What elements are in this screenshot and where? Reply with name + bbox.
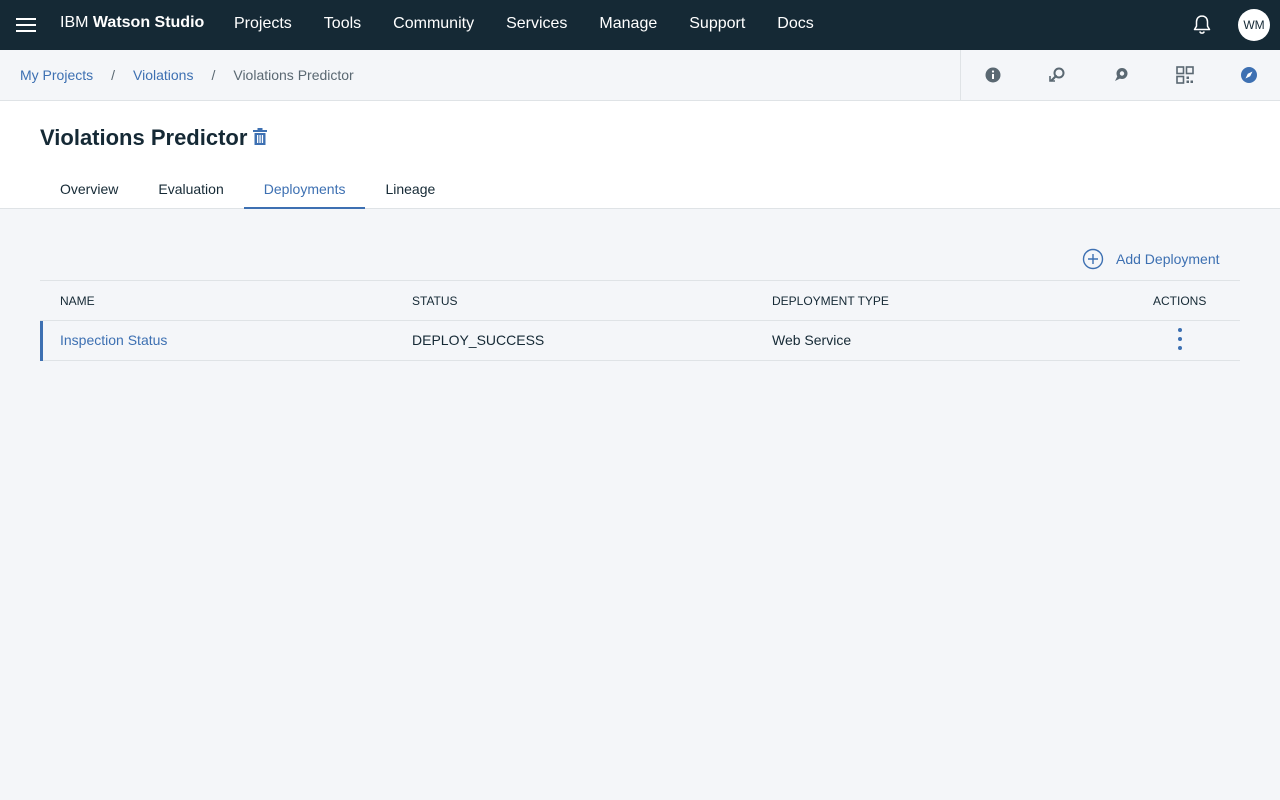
tab-overview[interactable]: Overview — [40, 169, 138, 209]
table-header: NAME STATUS DEPLOYMENT TYPE ACTIONS — [40, 280, 1240, 320]
toolbar-divider — [960, 50, 961, 100]
brand-name: Watson Studio — [92, 14, 205, 31]
hamburger-menu-icon[interactable] — [14, 15, 38, 35]
breadcrumb-my-projects[interactable]: My Projects — [20, 67, 93, 83]
nav-community[interactable]: Community — [377, 0, 490, 50]
user-avatar[interactable]: WM — [1238, 9, 1270, 41]
page-title: Violations Predictor — [40, 125, 248, 150]
add-circle-icon — [1082, 248, 1104, 270]
nav-projects[interactable]: Projects — [218, 0, 308, 50]
breadcrumb-current: Violations Predictor — [233, 67, 354, 83]
qr-grid-icon[interactable] — [1175, 65, 1195, 85]
add-deployment-button[interactable]: Add Deployment — [1082, 248, 1220, 270]
page-header: Violations Predictor Overview Evaluation… — [0, 101, 1280, 209]
tab-deployments[interactable]: Deployments — [243, 169, 366, 209]
brand-prefix: IBM — [60, 14, 89, 31]
column-header-deployment-type[interactable]: DEPLOYMENT TYPE — [772, 294, 889, 308]
breadcrumb: My Projects / Violations / Violations Pr… — [20, 50, 354, 100]
column-header-actions: ACTIONS — [1153, 294, 1207, 308]
info-icon[interactable] — [983, 65, 1003, 85]
page-tabs: Overview Evaluation Deployments Lineage — [40, 169, 455, 209]
nav-services[interactable]: Services — [490, 0, 583, 50]
main-nav: Projects Tools Community Services Manage… — [218, 0, 830, 50]
overflow-menu-icon[interactable] — [1172, 327, 1188, 353]
breadcrumb-violations[interactable]: Violations — [133, 67, 193, 83]
find-data-icon[interactable] — [1047, 65, 1067, 85]
deployment-name-link[interactable]: Inspection Status — [60, 332, 167, 348]
breadcrumb-bar: My Projects / Violations / Violations Pr… — [0, 50, 1280, 101]
column-header-status[interactable]: STATUS — [412, 294, 458, 308]
deployments-table: NAME STATUS DEPLOYMENT TYPE ACTIONS Insp… — [40, 280, 1240, 361]
deployment-status: DEPLOY_SUCCESS — [412, 332, 545, 348]
top-navigation-bar: IBM Watson Studio Projects Tools Communi… — [0, 0, 1280, 50]
table-row[interactable]: Inspection Status DEPLOY_SUCCESS Web Ser… — [40, 320, 1240, 361]
nav-docs[interactable]: Docs — [761, 0, 829, 50]
brand-logo[interactable]: IBM Watson Studio — [60, 14, 204, 32]
row-accent-bar — [40, 321, 43, 361]
breadcrumb-separator: / — [111, 67, 116, 83]
breadcrumb-separator: / — [211, 67, 216, 83]
add-deployment-label: Add Deployment — [1116, 251, 1220, 267]
nav-support[interactable]: Support — [673, 0, 761, 50]
compass-icon[interactable] — [1239, 65, 1259, 85]
comments-icon[interactable] — [1111, 65, 1131, 85]
trash-icon[interactable] — [252, 128, 268, 146]
nav-tools[interactable]: Tools — [308, 0, 377, 50]
column-header-name[interactable]: NAME — [60, 294, 95, 308]
tab-evaluation[interactable]: Evaluation — [138, 169, 243, 209]
nav-manage[interactable]: Manage — [583, 0, 673, 50]
tab-lineage[interactable]: Lineage — [365, 169, 455, 209]
deployment-type: Web Service — [772, 332, 852, 348]
notification-bell-icon[interactable] — [1190, 13, 1214, 37]
